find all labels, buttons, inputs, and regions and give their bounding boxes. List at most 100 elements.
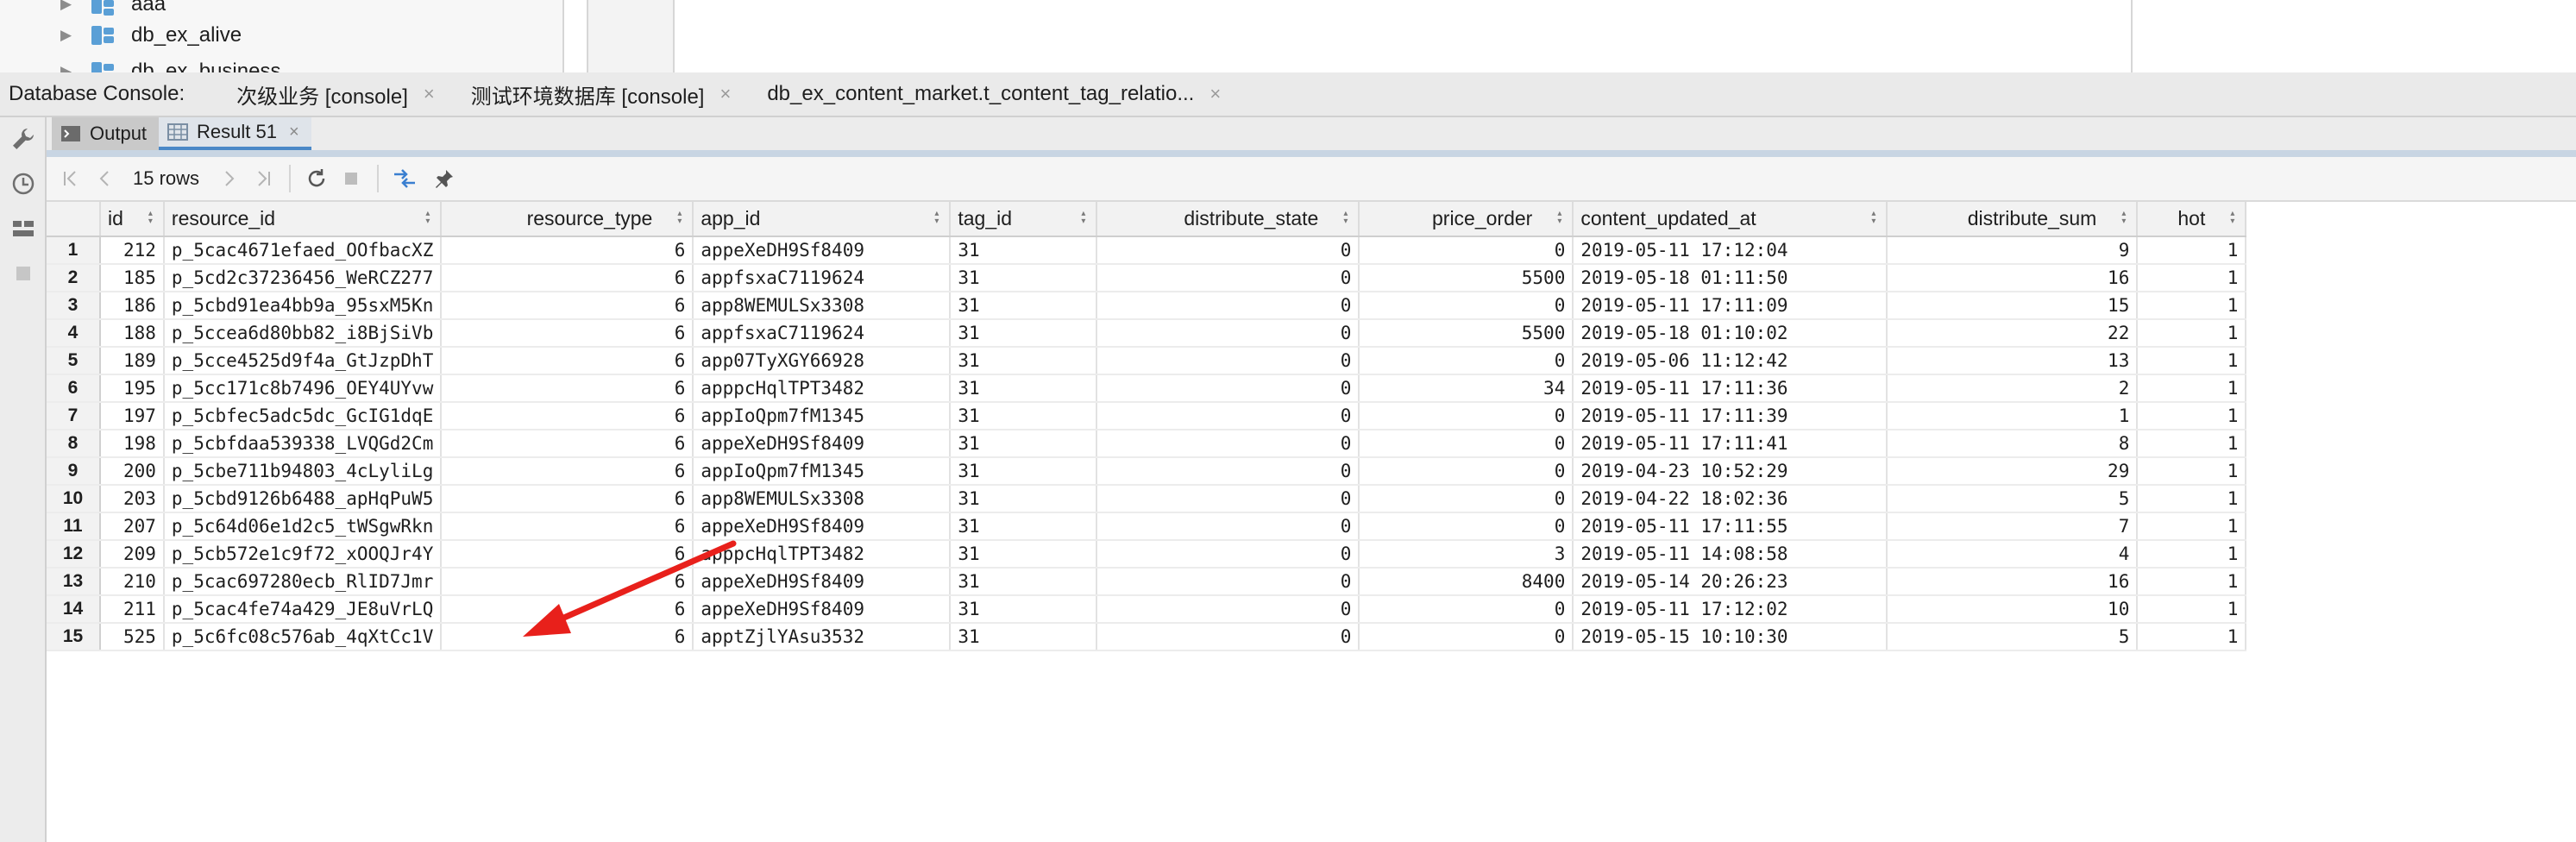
column-header-id[interactable]: id ▴ ▾ [100, 202, 165, 237]
cell-price-order[interactable]: 8400 [1359, 568, 1574, 596]
cell-price-order[interactable]: 0 [1359, 485, 1574, 513]
cell-price-order[interactable]: 0 [1359, 623, 1574, 651]
wrench-icon[interactable] [9, 126, 37, 154]
cell-distribute-sum[interactable]: 7 [1887, 512, 2139, 541]
cell-resource-type[interactable]: 6 [441, 512, 694, 541]
cell-app-id[interactable]: apppcHqlTPT3482 [693, 374, 952, 403]
column-header-app-id[interactable]: app_id ▴ ▾ [693, 202, 952, 237]
cell-tag-id[interactable]: 31 [950, 374, 1098, 403]
cell-resource-type[interactable]: 6 [441, 374, 694, 403]
cell-resource-id[interactable]: p_5cbe711b94803_4cLyliLg [163, 457, 443, 486]
tab-table-content-tag-relation[interactable]: db_ex_content_market.t_content_tag_relat… [750, 72, 1240, 116]
tab-result-51[interactable]: Result 51 × [159, 117, 311, 150]
cell-app-id[interactable]: apptZjlYAsu3532 [693, 623, 952, 651]
sort-icon[interactable]: ▴ ▾ [2230, 210, 2234, 226]
table-row[interactable]: 12 209 p_5cb572e1c9f72_xOOQJr4Y 6 apppcHqlTP… [47, 540, 2247, 569]
tree-item-aaa[interactable]: ▶ aaa [60, 0, 166, 21]
cell-distribute-sum[interactable]: 29 [1887, 457, 2139, 486]
pin-icon[interactable] [427, 161, 462, 196]
cell-distribute-sum[interactable]: 16 [1887, 568, 2139, 596]
row-number[interactable]: 2 [47, 264, 101, 292]
column-header-hot[interactable]: hot ▴ ▾ [2137, 202, 2247, 237]
cell-price-order[interactable]: 0 [1359, 512, 1574, 541]
cell-resource-type[interactable]: 6 [441, 264, 694, 292]
cell-hot[interactable]: 1 [2137, 540, 2247, 569]
cell-id[interactable]: 185 [100, 264, 165, 292]
row-number[interactable]: 6 [47, 374, 101, 403]
cell-id[interactable]: 211 [100, 595, 165, 624]
cell-resource-type[interactable]: 6 [441, 430, 694, 458]
cell-resource-type[interactable]: 6 [441, 568, 694, 596]
row-number[interactable]: 1 [47, 236, 101, 265]
cell-price-order[interactable]: 3 [1359, 540, 1574, 569]
cell-id[interactable]: 186 [100, 292, 165, 320]
cell-distribute-state[interactable]: 0 [1096, 319, 1360, 348]
cell-app-id[interactable]: appeXeDH9Sf8409 [693, 568, 952, 596]
cell-distribute-state[interactable]: 0 [1096, 623, 1360, 651]
cell-resource-id[interactable]: p_5cac697280ecb_RlID7Jmr [163, 568, 443, 596]
table-row[interactable]: 11 207 p_5c64d06e1d2c5_tWSgwRkn 6 appeXeDH9S… [47, 512, 2247, 541]
cell-id[interactable]: 525 [100, 623, 165, 651]
column-header-tag-id[interactable]: tag_id ▴ ▾ [950, 202, 1098, 237]
expand-arrow-icon[interactable]: ▶ [60, 27, 78, 44]
cell-hot[interactable]: 1 [2137, 595, 2247, 624]
first-page-icon[interactable] [53, 161, 88, 196]
layout-icon[interactable] [9, 216, 37, 243]
cell-content-updated-at[interactable]: 2019-05-11 17:12:04 [1573, 236, 1888, 265]
cell-price-order[interactable]: 5500 [1359, 319, 1574, 348]
cell-distribute-state[interactable]: 0 [1096, 457, 1360, 486]
column-header-resource-type[interactable]: resource_type ▴ ▾ [441, 202, 694, 237]
cell-content-updated-at[interactable]: 2019-05-11 17:11:41 [1573, 430, 1888, 458]
row-number[interactable]: 9 [47, 457, 101, 486]
cell-price-order[interactable]: 5500 [1359, 264, 1574, 292]
sort-icon[interactable]: ▴ ▾ [1557, 210, 1561, 226]
previous-page-icon[interactable] [88, 161, 123, 196]
sort-icon[interactable]: ▴ ▾ [148, 210, 153, 226]
table-row[interactable]: 10 203 p_5cbd9126b6488_apHqPuW5 6 app8WEMULS… [47, 485, 2247, 513]
cell-price-order[interactable]: 0 [1359, 595, 1574, 624]
cell-content-updated-at[interactable]: 2019-05-11 17:11:39 [1573, 402, 1888, 430]
cell-id[interactable]: 197 [100, 402, 165, 430]
table-row[interactable]: 2 185 p_5cd2c37236456_WeRCZ277 6 appfsxaC711… [47, 264, 2247, 292]
column-header-price-order[interactable]: price_order ▴ ▾ [1359, 202, 1574, 237]
cell-resource-id[interactable]: p_5c64d06e1d2c5_tWSgwRkn [163, 512, 443, 541]
cell-app-id[interactable]: apppcHqlTPT3482 [693, 540, 952, 569]
row-number[interactable]: 8 [47, 430, 101, 458]
cell-hot[interactable]: 1 [2137, 292, 2247, 320]
cell-content-updated-at[interactable]: 2019-04-22 18:02:36 [1573, 485, 1888, 513]
cell-distribute-state[interactable]: 0 [1096, 595, 1360, 624]
close-icon[interactable]: × [1209, 83, 1221, 105]
cell-distribute-state[interactable]: 0 [1096, 402, 1360, 430]
cell-price-order[interactable]: 0 [1359, 347, 1574, 375]
cell-distribute-sum[interactable]: 1 [1887, 402, 2139, 430]
table-row[interactable]: 15 525 p_5c6fc08c576ab_4qXtCc1V 6 apptZjlYAs… [47, 623, 2247, 651]
cell-tag-id[interactable]: 31 [950, 402, 1098, 430]
cell-resource-id[interactable]: p_5c6fc08c576ab_4qXtCc1V [163, 623, 443, 651]
cell-id[interactable]: 189 [100, 347, 165, 375]
cell-id[interactable]: 207 [100, 512, 165, 541]
table-row[interactable]: 8 198 p_5cbfdaa539338_LVQGd2Cm 6 appeXeDH9Sf… [47, 430, 2247, 458]
cell-resource-type[interactable]: 6 [441, 540, 694, 569]
row-number[interactable]: 11 [47, 512, 101, 541]
cell-app-id[interactable]: appfsxaC7119624 [693, 319, 952, 348]
sort-icon[interactable]: ▴ ▾ [934, 210, 939, 226]
next-page-icon[interactable] [211, 161, 246, 196]
cell-app-id[interactable]: appeXeDH9Sf8409 [693, 595, 952, 624]
cell-price-order[interactable]: 0 [1359, 430, 1574, 458]
stop-query-icon[interactable] [334, 161, 368, 196]
table-row[interactable]: 14 211 p_5cac4fe74a429_JE8uVrLQ 6 appeXeDH9S… [47, 595, 2247, 624]
close-icon[interactable]: × [424, 83, 435, 105]
table-row[interactable]: 6 195 p_5cc171c8b7496_OEY4UYvw 6 apppcHqlTPT… [47, 374, 2247, 403]
close-icon[interactable]: × [289, 123, 299, 142]
cell-app-id[interactable]: appeXeDH9Sf8409 [693, 430, 952, 458]
cell-distribute-state[interactable]: 0 [1096, 264, 1360, 292]
sort-icon[interactable]: ▴ ▾ [1343, 210, 1348, 226]
column-header-resource-id[interactable]: resource_id ▴ ▾ [163, 202, 443, 237]
cell-hot[interactable]: 1 [2137, 264, 2247, 292]
cell-resource-id[interactable]: p_5cac4fe74a429_JE8uVrLQ [163, 595, 443, 624]
cell-distribute-state[interactable]: 0 [1096, 347, 1360, 375]
cell-distribute-state[interactable]: 0 [1096, 430, 1360, 458]
table-row[interactable]: 9 200 p_5cbe711b94803_4cLyliLg 6 appIoQpm7fM… [47, 457, 2247, 486]
cell-hot[interactable]: 1 [2137, 347, 2247, 375]
sort-icon[interactable]: ▴ ▾ [1081, 210, 1085, 226]
